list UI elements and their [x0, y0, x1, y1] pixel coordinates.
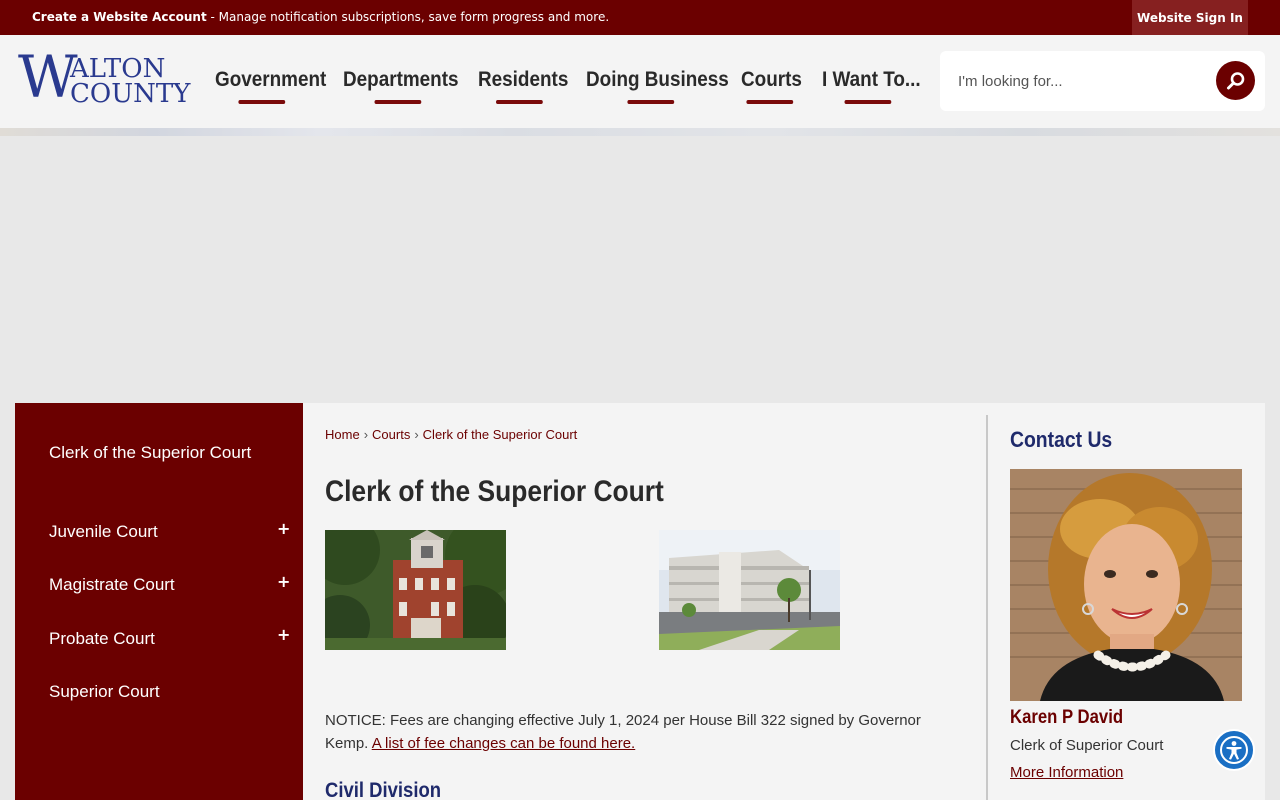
- logo-letter: W: [18, 43, 78, 111]
- nav-underline: [844, 100, 892, 104]
- nav-label: Courts: [741, 68, 802, 91]
- nav-label: Government: [215, 68, 327, 91]
- contact-role: Clerk of Superior Court: [1010, 737, 1164, 754]
- nav-underline: [627, 100, 675, 104]
- website-sign-in-button[interactable]: Website Sign In: [1132, 0, 1248, 35]
- create-account-link[interactable]: Create a Website Account: [32, 10, 207, 24]
- search-input[interactable]: [958, 69, 1198, 93]
- nav-doing-business[interactable]: Doing Business: [586, 68, 729, 104]
- logo-line-2: COUNTY: [70, 79, 191, 109]
- hero-banner: [0, 136, 1280, 403]
- sidebar-item-probate-court[interactable]: Probate Court: [49, 626, 279, 651]
- accessibility-icon: [1220, 736, 1248, 764]
- search-button[interactable]: [1216, 61, 1255, 100]
- sidebar-item-juvenile-court[interactable]: Juvenile Court: [49, 519, 279, 544]
- create-account-description: - Manage notification subscriptions, sav…: [206, 10, 610, 24]
- breadcrumb-courts[interactable]: Courts: [372, 427, 410, 442]
- search-icon: [1226, 71, 1244, 89]
- sidebar-item-magistrate-court[interactable]: Magistrate Court: [49, 572, 279, 597]
- contact-name: Karen P David: [1010, 707, 1124, 728]
- nav-government[interactable]: Government: [215, 68, 327, 104]
- top-bar: Create a Website Account - Manage notifi…: [0, 0, 1280, 35]
- header-image-strip: [0, 128, 1280, 136]
- expand-magistrate-court-toggle[interactable]: +: [277, 572, 290, 591]
- breadcrumb-home[interactable]: Home: [325, 427, 360, 442]
- nav-underline: [238, 100, 286, 104]
- sidebar-nav: Clerk of the Superior Court Juvenile Cou…: [15, 403, 303, 800]
- contact-us-heading: Contact Us: [1010, 427, 1113, 452]
- fee-changes-link[interactable]: A list of fee changes can be found here.: [372, 735, 636, 752]
- contact-portrait-photo: [1010, 469, 1242, 701]
- nav-label: Doing Business: [586, 68, 729, 91]
- nav-underline: [496, 100, 543, 104]
- breadcrumb-current[interactable]: Clerk of the Superior Court: [423, 427, 578, 442]
- nav-departments[interactable]: Departments: [343, 68, 459, 104]
- page-title: Clerk of the Superior Court: [325, 475, 664, 508]
- breadcrumb: Home › Courts › Clerk of the Superior Court: [325, 427, 577, 442]
- nav-underline: [746, 100, 794, 104]
- sidebar-item-clerk-superior-court[interactable]: Clerk of the Superior Court: [49, 440, 279, 465]
- historic-courthouse-photo: [325, 530, 506, 650]
- modern-courthouse-photo: [659, 530, 840, 650]
- accessibility-button[interactable]: [1213, 729, 1255, 771]
- nav-courts[interactable]: Courts: [741, 68, 802, 104]
- expand-juvenile-court-toggle[interactable]: +: [277, 519, 290, 538]
- main-content: Home › Courts › Clerk of the Superior Court …: [303, 403, 1265, 800]
- nav-underline: [374, 100, 422, 104]
- fee-notice: NOTICE: Fees are changing effective July…: [325, 709, 935, 755]
- create-account-banner[interactable]: Create a Website Account - Manage notifi…: [32, 10, 609, 24]
- nav-label: I Want To...: [822, 68, 921, 91]
- more-information-link[interactable]: More Information: [1010, 764, 1123, 781]
- breadcrumb-separator: ›: [414, 427, 419, 442]
- nav-label: Departments: [343, 68, 459, 91]
- breadcrumb-separator: ›: [363, 427, 369, 442]
- sidebar-item-superior-court[interactable]: Superior Court: [49, 679, 279, 704]
- nav-i-want-to[interactable]: I Want To...: [822, 68, 921, 104]
- civil-division-heading: Civil Division: [325, 779, 442, 800]
- content-divider: [986, 415, 988, 800]
- site-search: [940, 51, 1265, 111]
- nav-residents[interactable]: Residents: [478, 68, 569, 104]
- expand-probate-court-toggle[interactable]: +: [277, 625, 290, 644]
- nav-label: Residents: [478, 68, 569, 91]
- walton-county-logo[interactable]: W ALTON COUNTY: [18, 48, 191, 110]
